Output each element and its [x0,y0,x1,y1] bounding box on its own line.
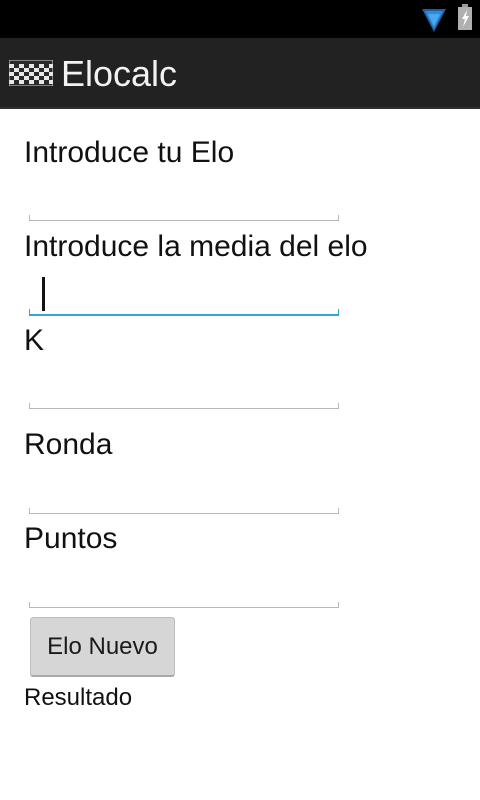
elo-label: Introduce tu Elo [24,136,235,169]
k-input[interactable] [29,395,339,409]
chessboard-icon[interactable] [8,59,54,91]
text-cursor [42,277,45,311]
puntos-field[interactable] [29,594,339,608]
app-title: Elocalc [61,53,178,94]
status-bar [0,0,480,38]
media-label: Introduce la media del elo [24,230,368,263]
wifi-signal-icon [421,5,447,38]
elo-field[interactable] [29,207,339,221]
action-bar: Elocalc [0,38,480,109]
media-field[interactable] [29,302,339,316]
ronda-label: Ronda [24,428,113,461]
puntos-input[interactable] [29,594,339,608]
ronda-field[interactable] [29,500,339,514]
elo-nuevo-button[interactable]: Elo Nuevo [30,617,175,677]
k-field[interactable] [29,395,339,409]
result-text: Resultado [24,684,133,711]
battery-charging-icon [457,4,473,35]
puntos-label: Puntos [24,522,118,555]
ronda-input[interactable] [29,500,339,514]
elo-input[interactable] [29,207,339,221]
k-label: K [24,324,45,357]
